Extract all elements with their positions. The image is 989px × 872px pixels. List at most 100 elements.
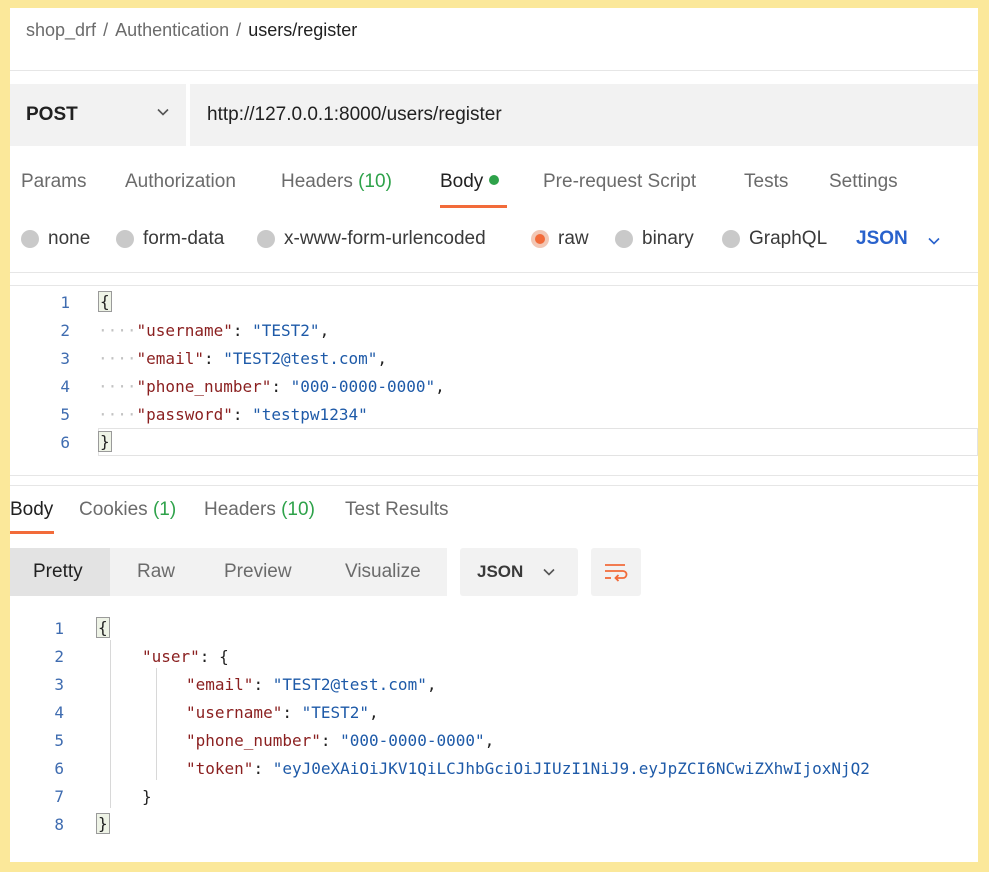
code-line: } [98,431,112,452]
current-line-highlight [98,428,978,456]
response-format-select[interactable]: JSON [460,548,578,596]
breadcrumb-separator: / [236,20,242,40]
line-number: 3 [54,675,64,694]
radio-raw[interactable]: raw [531,228,589,250]
line-number: 4 [60,377,70,396]
response-tab-body[interactable]: Body [10,499,53,521]
body-indicator-dot [489,175,500,185]
radio-circle-icon [21,230,39,248]
line-number: 4 [54,703,64,722]
response-tab-cookies-count: (1) [152,499,177,520]
body-format-label: JSON [856,228,908,249]
code-line: "user": { [142,647,229,666]
divider [10,285,978,286]
response-tab-test-results[interactable]: Test Results [345,499,448,521]
line-number: 2 [54,647,64,666]
view-mode-bar: Pretty Raw Preview Visualize [10,548,447,596]
radio-graphql[interactable]: GraphQL [722,228,827,250]
divider [10,485,978,486]
view-pretty-button[interactable]: Pretty [10,548,110,596]
response-tab-headers-count: (10) [281,499,315,520]
breadcrumb-separator: / [103,20,109,40]
radio-urlencoded[interactable]: x-www-form-urlencoded [257,228,486,250]
response-tab-cookies-label: Cookies [79,499,148,520]
method-label: POST [26,104,78,125]
brace: { [98,291,112,312]
tab-body[interactable]: Body [440,171,500,193]
code-line: ····"phone_number": "000-0000-0000", [98,377,445,396]
view-raw-button[interactable]: Raw [137,548,175,596]
divider [10,475,978,476]
radio-raw-label: raw [558,228,589,249]
chevron-down-icon [157,108,169,116]
tab-settings[interactable]: Settings [829,171,898,193]
brace: } [98,431,112,452]
response-body-viewer[interactable]: 1 2 3 4 5 6 7 8 { "user": { "email": "TE… [10,612,978,842]
postman-window: shop_drf / Authentication / users/register P… [10,8,978,862]
line-number: 5 [54,731,64,750]
request-tabs: Params Authorization Headers (10) Body P… [10,166,978,216]
response-tab-headers[interactable]: Headers (10) [204,499,315,521]
brace: { [96,617,110,638]
radio-graphql-label: GraphQL [749,228,828,249]
code-line: { [98,291,112,312]
divider [10,70,978,71]
radio-urlencoded-label: x-www-form-urlencoded [284,228,486,249]
code-line: } [142,787,152,806]
indent-guide [110,640,111,808]
request-body-editor[interactable]: 1 2 3 4 5 6 { ····"username": "TEST2", ·… [10,288,978,460]
radio-circle-icon [257,230,275,248]
radio-binary[interactable]: binary [615,228,694,250]
radio-circle-icon [615,230,633,248]
tab-pre-request-script[interactable]: Pre-request Script [543,171,696,193]
tab-tests[interactable]: Tests [744,171,788,193]
view-visualize-button[interactable]: Visualize [345,548,421,596]
divider [10,272,978,273]
breadcrumb: shop_drf / Authentication / users/register [26,20,357,41]
tab-params[interactable]: Params [21,171,86,193]
response-format-label: JSON [477,562,524,581]
code-line: "phone_number": "000-0000-0000", [186,731,495,750]
breadcrumb-workspace[interactable]: shop_drf [26,20,96,40]
response-tab-cookies[interactable]: Cookies (1) [79,499,176,521]
view-preview-button[interactable]: Preview [224,548,292,596]
line-number: 6 [60,433,70,452]
line-number: 2 [60,321,70,340]
tab-authorization[interactable]: Authorization [125,171,236,193]
request-url-bar: POST http://127.0.0.1:8000/users/registe… [10,84,978,146]
line-number: 8 [54,815,64,834]
line-number: 6 [54,759,64,778]
breadcrumb-collection[interactable]: Authentication [115,20,229,40]
code-line: "token": "eyJ0eXAiOiJKV1QiLCJhbGciOiJIUz… [186,759,870,778]
body-type-options: none form-data x-www-form-urlencoded raw… [10,226,978,256]
active-tab-underline [10,531,54,534]
radio-form-data[interactable]: form-data [116,228,224,250]
code-line: ····"email": "TEST2@test.com", [98,349,387,368]
url-text: http://127.0.0.1:8000/users/register [207,104,502,125]
code-line: } [96,813,110,834]
response-tab-headers-label: Headers [204,499,276,520]
line-number: 1 [60,293,70,312]
tab-headers-count: (10) [358,171,392,192]
chevron-down-icon [543,568,555,576]
line-number: 3 [60,349,70,368]
code-line: "username": "TEST2", [186,703,379,722]
radio-none[interactable]: none [21,228,90,250]
radio-circle-icon [722,230,740,248]
tab-headers-label: Headers [281,171,353,192]
active-tab-underline [440,205,507,208]
code-line: { [96,617,110,638]
breadcrumb-request[interactable]: users/register [248,20,357,40]
method-select[interactable]: POST [10,84,186,146]
tab-headers[interactable]: Headers (10) [281,171,392,193]
brace: } [96,813,110,834]
radio-none-label: none [48,228,91,249]
line-number: 5 [60,405,70,424]
radio-form-data-label: form-data [143,228,225,249]
line-number: 1 [54,619,64,638]
body-format-select[interactable]: JSON [856,228,908,250]
wrap-lines-button[interactable] [591,548,641,596]
url-input[interactable]: http://127.0.0.1:8000/users/register [190,84,978,146]
line-number: 7 [54,787,64,806]
response-tabs: Body Cookies (1) Headers (10) Test Resul… [10,496,978,536]
